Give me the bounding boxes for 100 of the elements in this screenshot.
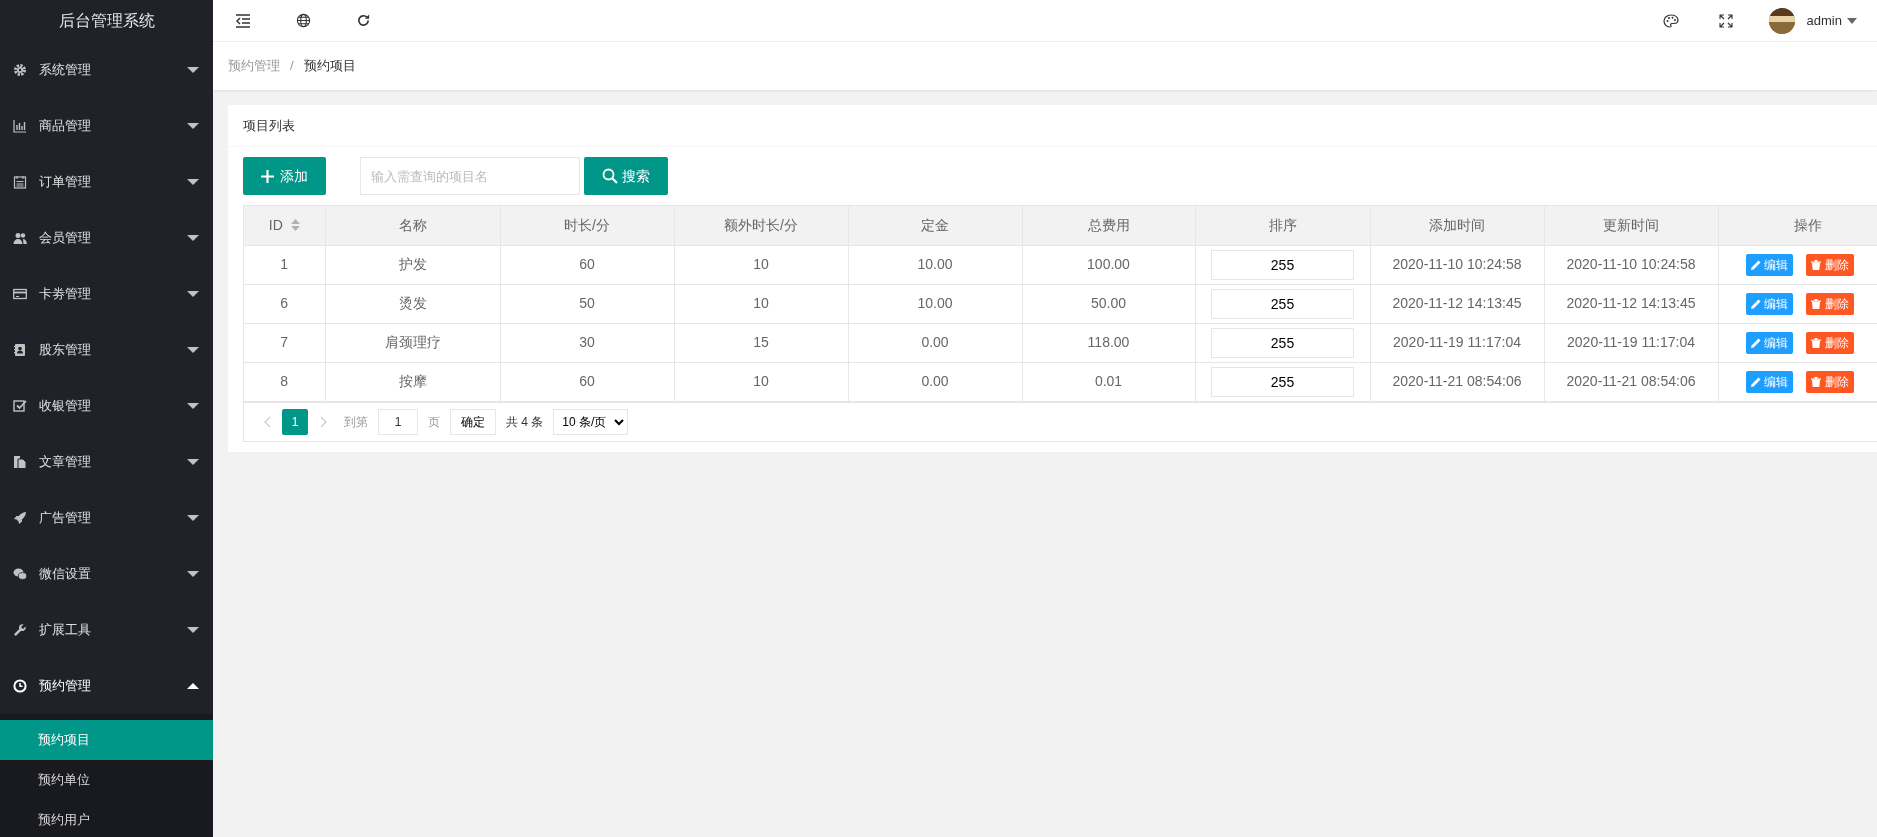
trash-icon <box>1811 376 1822 387</box>
confirm-button[interactable]: 确定 <box>450 408 496 435</box>
column-header: 排序 <box>1195 206 1370 245</box>
checkbox-icon <box>13 399 27 413</box>
goto-label: 到第 <box>344 413 368 431</box>
submenu-item[interactable]: 预约单位 <box>0 760 213 800</box>
caret-icon <box>187 179 199 185</box>
table-cell: 按摩 <box>325 362 500 401</box>
table-cell: 10 <box>674 284 848 323</box>
caret-icon <box>187 235 199 241</box>
column-header: 定金 <box>848 206 1022 245</box>
sidebar-item[interactable]: 系统管理 <box>0 42 213 98</box>
sort-field[interactable]: 255 <box>1211 366 1354 397</box>
table-cell: 2020-11-19 11:17:04 <box>1544 323 1718 362</box>
column-header: 名称 <box>325 206 500 245</box>
users-icon <box>13 231 27 245</box>
caret-icon <box>187 571 199 577</box>
column-header: 时长/分 <box>500 206 674 245</box>
caret-icon <box>187 515 199 521</box>
contact-book-icon <box>13 343 27 357</box>
submenu-item[interactable]: 预约项目 <box>0 720 213 760</box>
breadcrumb-separator: / <box>290 57 294 76</box>
breadcrumb-link[interactable]: 预约项目 <box>303 56 356 76</box>
rocket-icon <box>13 511 27 525</box>
sidebar-item[interactable]: 预约管理 <box>0 658 213 714</box>
table-cell: 50 <box>500 284 674 323</box>
column-header: 额外时长/分 <box>674 206 848 245</box>
chat-bubbles-icon <box>13 567 27 581</box>
sidebar-item[interactable]: 卡劵管理 <box>0 266 213 322</box>
pencil-icon <box>1751 376 1762 387</box>
submenu-item[interactable]: 预约用户 <box>0 800 213 837</box>
trash-icon <box>1811 259 1822 270</box>
table-cell: 10 <box>674 245 848 284</box>
caret-icon <box>1847 17 1857 24</box>
table-cell: 60 <box>500 245 674 284</box>
caret-icon <box>187 291 199 297</box>
table-cell: 100.00 <box>1022 245 1195 284</box>
caret-icon <box>187 627 199 633</box>
sort-field[interactable]: 255 <box>1211 327 1354 358</box>
table-cell: 0.00 <box>848 323 1022 362</box>
column-header: 更新时间 <box>1544 206 1718 245</box>
search-icon <box>602 168 618 184</box>
pencil-icon <box>1751 298 1762 309</box>
sidebar-item[interactable]: 商品管理 <box>0 98 213 154</box>
sort-field[interactable]: 255 <box>1211 288 1354 319</box>
plus-icon <box>261 169 274 183</box>
card-icon <box>13 287 27 301</box>
table-cell: 6 <box>244 284 325 323</box>
table-cell: 2020-11-21 08:54:06 <box>1544 362 1718 401</box>
search-field[interactable]: 输入需查询的项目名 <box>360 157 580 195</box>
caret-icon <box>187 403 199 409</box>
caret-icon <box>187 123 199 129</box>
caret-icon <box>187 459 199 465</box>
sidebar-item[interactable]: 收银管理 <box>0 378 213 434</box>
table-cell: 烫发 <box>325 284 500 323</box>
table-cell: 8 <box>244 362 325 401</box>
caret-icon <box>187 67 199 73</box>
table-cell: 肩颈理疗 <box>325 323 500 362</box>
card-title: 项目列表 <box>228 105 1877 147</box>
gear-icon <box>13 63 27 77</box>
search-button[interactable]: 搜索 <box>584 157 668 195</box>
table-cell: 10 <box>674 362 848 401</box>
caret-icon <box>187 347 199 353</box>
table-cell: 10.00 <box>848 245 1022 284</box>
sidebar-item[interactable]: 微信设置 <box>0 546 213 602</box>
documents-icon <box>13 455 27 469</box>
table-cell: 2020-11-21 08:54:06 <box>1370 362 1544 401</box>
sort-icon[interactable] <box>290 219 300 232</box>
user-menu[interactable]: admin <box>1806 10 1857 31</box>
table-cell: 2020-11-10 10:24:58 <box>1544 245 1718 284</box>
pencil-icon <box>1751 259 1762 270</box>
table-cell: 2020-11-10 10:24:58 <box>1370 245 1544 284</box>
table-cell: 118.00 <box>1022 323 1195 362</box>
table-cell: 7 <box>244 323 325 362</box>
sort-field[interactable]: 255 <box>1211 249 1354 280</box>
avatar[interactable] <box>1768 7 1795 34</box>
page-button[interactable]: 1 <box>282 408 308 435</box>
add-button[interactable]: 添加 <box>243 157 326 195</box>
table-cell: 1 <box>244 245 325 284</box>
table-cell: 护发 <box>325 245 500 284</box>
table-cell: 60 <box>500 362 674 401</box>
sidebar-item[interactable]: 文章管理 <box>0 434 213 490</box>
page-number-field[interactable]: 1 <box>378 408 418 435</box>
table-cell: 15 <box>674 323 848 362</box>
table-cell: 2020-11-19 11:17:04 <box>1370 323 1544 362</box>
sidebar-item[interactable]: 广告管理 <box>0 490 213 546</box>
page-unit-label: 页 <box>428 413 440 431</box>
table-cell: 2020-11-12 14:13:45 <box>1370 284 1544 323</box>
table-cell: 0.01 <box>1022 362 1195 401</box>
column-header: 添加时间 <box>1370 206 1544 245</box>
sidebar-item[interactable]: 股东管理 <box>0 322 213 378</box>
sidebar-item[interactable]: 扩展工具 <box>0 602 213 658</box>
trash-icon <box>1811 298 1822 309</box>
column-header[interactable]: ID <box>244 206 325 245</box>
sidebar-item[interactable]: 订单管理 <box>0 154 213 210</box>
column-header: 总费用 <box>1022 206 1195 245</box>
table-cell: 2020-11-12 14:13:45 <box>1544 284 1718 323</box>
bar-chart-icon <box>13 119 27 133</box>
sidebar-item[interactable]: 会员管理 <box>0 210 213 266</box>
page-size-select[interactable]: 10 条/页 <box>553 408 629 435</box>
